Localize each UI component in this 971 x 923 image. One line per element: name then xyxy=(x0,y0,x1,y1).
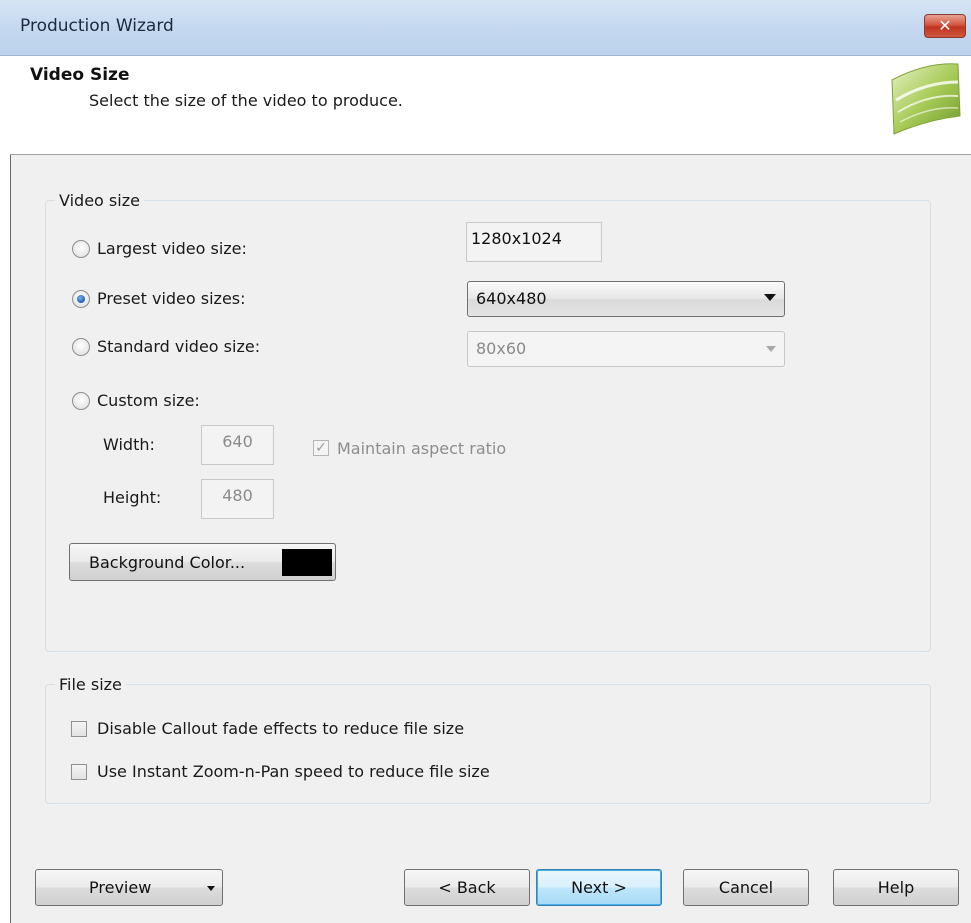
standard-size-label: Standard video size: xyxy=(97,337,261,356)
preset-size-radio[interactable] xyxy=(72,290,90,308)
video-size-group-label: Video size xyxy=(55,191,144,210)
window-title: Production Wizard xyxy=(20,16,174,36)
height-input[interactable]: 480 xyxy=(201,479,274,519)
largest-size-radio[interactable] xyxy=(72,240,90,258)
maintain-aspect-checkbox[interactable]: ✓ xyxy=(313,440,329,456)
chevron-down-icon xyxy=(766,346,776,352)
page-subtitle: Select the size of the video to produce. xyxy=(89,91,403,110)
background-color-button[interactable]: Background Color... xyxy=(69,543,336,581)
background-color-swatch xyxy=(282,549,332,576)
preview-button[interactable]: Preview xyxy=(35,869,223,906)
background-color-label: Background Color... xyxy=(89,553,246,572)
width-input[interactable]: 640 xyxy=(201,425,274,465)
chevron-down-icon xyxy=(764,294,776,301)
preset-size-value: 640x480 xyxy=(476,289,547,308)
disable-callout-label: Disable Callout fade effects to reduce f… xyxy=(97,719,465,738)
instant-zoom-checkbox[interactable] xyxy=(71,764,87,780)
largest-size-label: Largest video size: xyxy=(97,239,247,258)
standard-size-radio[interactable] xyxy=(72,338,90,356)
cancel-button[interactable]: Cancel xyxy=(683,869,809,906)
width-label: Width: xyxy=(103,435,155,454)
height-label: Height: xyxy=(103,488,162,507)
preview-label: Preview xyxy=(89,878,152,897)
file-size-group xyxy=(45,684,931,804)
standard-size-value: 80x60 xyxy=(476,339,527,358)
chevron-down-icon xyxy=(207,886,215,891)
close-button[interactable]: ✕ xyxy=(924,14,966,38)
close-icon: ✕ xyxy=(938,16,952,35)
preset-size-label: Preset video sizes: xyxy=(97,289,246,308)
file-size-group-label: File size xyxy=(55,675,126,694)
largest-size-value: 1280x1024 xyxy=(466,222,602,262)
custom-size-radio[interactable] xyxy=(72,392,90,410)
back-button[interactable]: < Back xyxy=(404,869,530,906)
next-button[interactable]: Next > xyxy=(536,869,662,906)
video-size-group xyxy=(45,200,931,652)
page-title: Video Size xyxy=(30,65,130,85)
custom-size-label: Custom size: xyxy=(97,391,200,410)
wizard-logo-icon xyxy=(891,63,961,135)
instant-zoom-label: Use Instant Zoom-n-Pan speed to reduce f… xyxy=(97,762,490,781)
disable-callout-checkbox[interactable] xyxy=(71,721,87,737)
help-button[interactable]: Help xyxy=(833,869,959,906)
preset-size-dropdown[interactable]: 640x480 xyxy=(467,281,785,317)
maintain-aspect-label: Maintain aspect ratio xyxy=(337,439,507,458)
standard-size-dropdown[interactable]: 80x60 xyxy=(467,331,785,367)
